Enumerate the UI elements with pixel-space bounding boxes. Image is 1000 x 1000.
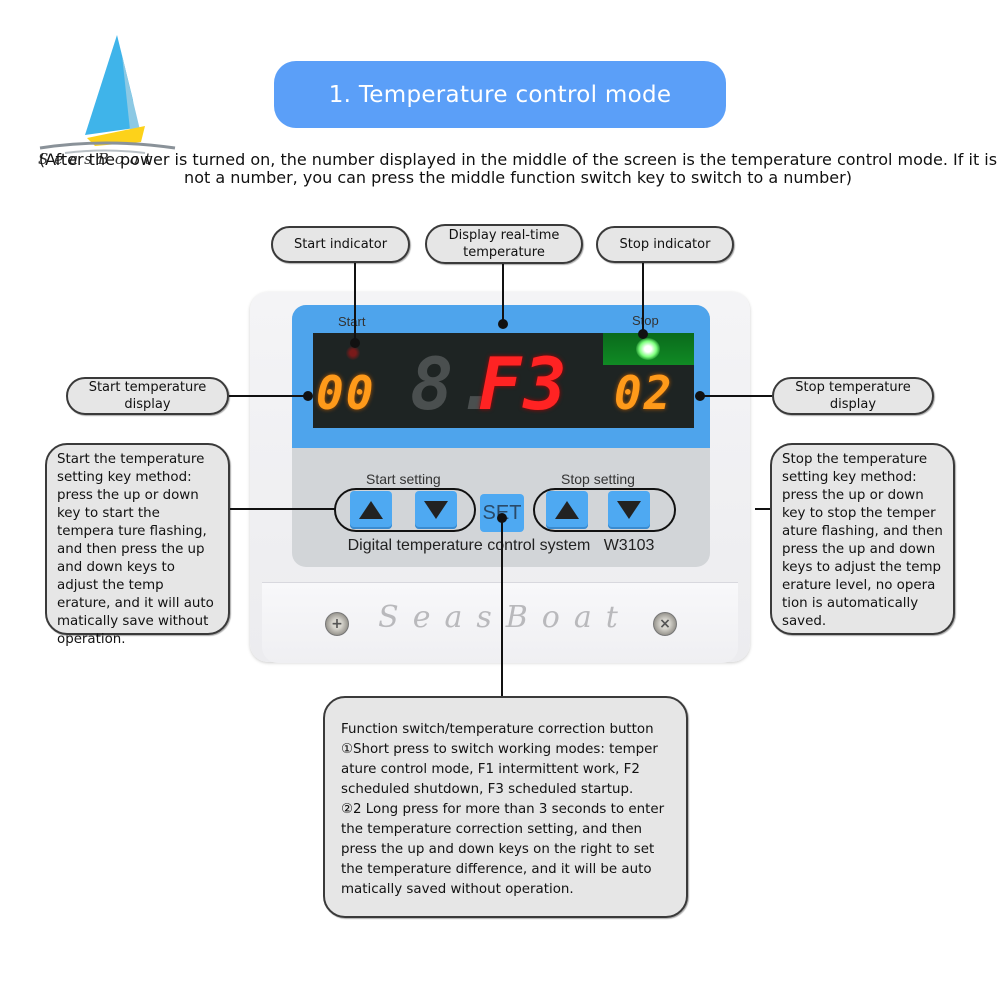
function-long-press: ②2 Long press for more than 3 seconds to…	[341, 802, 665, 897]
stop-temp-display: 02	[614, 366, 674, 420]
center-mode-display: F3	[478, 342, 569, 426]
leader-dot	[498, 319, 508, 329]
arrow-up-icon	[359, 501, 383, 519]
stop-setting-label: Stop setting	[561, 471, 635, 487]
leader-line	[502, 264, 504, 324]
stop-down-button[interactable]	[608, 491, 650, 529]
callout-start-temp-display: Start temperature display	[66, 377, 229, 415]
start-indicator-led	[346, 346, 360, 360]
callout-stop-temp-display: Stop temperature display	[772, 377, 934, 415]
leader-line	[700, 395, 772, 397]
leader-dot	[695, 391, 705, 401]
stop-up-button[interactable]	[546, 491, 588, 529]
callout-stop-indicator: Stop indicator	[596, 226, 734, 263]
stop-indicator-led	[636, 338, 660, 360]
brand-engraving: SeasBoat	[378, 600, 632, 635]
leader-line	[229, 395, 307, 397]
start-temp-display: 00	[316, 366, 376, 420]
leader-line	[642, 263, 644, 333]
screw-icon: +	[325, 612, 349, 636]
leader-line	[230, 508, 335, 510]
callout-realtime-temperature: Display real-time temperature	[425, 224, 583, 264]
model-name: Digital temperature control system	[347, 537, 591, 554]
section-title: 1. Temperature control mode	[274, 61, 726, 128]
callout-start-setting-method: Start the temperature setting key method…	[45, 443, 230, 647]
arrow-down-icon	[617, 501, 641, 519]
leader-dot	[350, 338, 360, 348]
arrow-down-icon	[424, 501, 448, 519]
screw-icon: ×	[653, 612, 677, 636]
callout-start-indicator: Start indicator	[271, 226, 410, 263]
start-up-button[interactable]	[350, 491, 392, 529]
callout-function-button: Function switch/temperature correction b…	[323, 696, 688, 918]
stop-label: Stop	[632, 313, 659, 328]
sailboat-logo-icon	[39, 35, 176, 154]
start-down-button[interactable]	[415, 491, 457, 529]
model-number: W3103	[603, 537, 655, 554]
leader-dot	[303, 391, 313, 401]
leader-line	[755, 508, 770, 510]
arrow-up-icon	[555, 501, 579, 519]
function-short-press: ①Short press to switch working modes: te…	[341, 742, 658, 797]
leader-line	[501, 518, 503, 696]
leader-line	[354, 263, 356, 343]
function-heading: Function switch/temperature correction b…	[341, 722, 654, 737]
leader-dot	[638, 329, 648, 339]
callout-stop-setting-method: Stop the temperature setting key method:…	[770, 443, 955, 635]
start-setting-label: Start setting	[366, 471, 441, 487]
start-label: Start	[338, 314, 366, 329]
intro-text: (After the power is turned on, the numbe…	[38, 150, 998, 187]
